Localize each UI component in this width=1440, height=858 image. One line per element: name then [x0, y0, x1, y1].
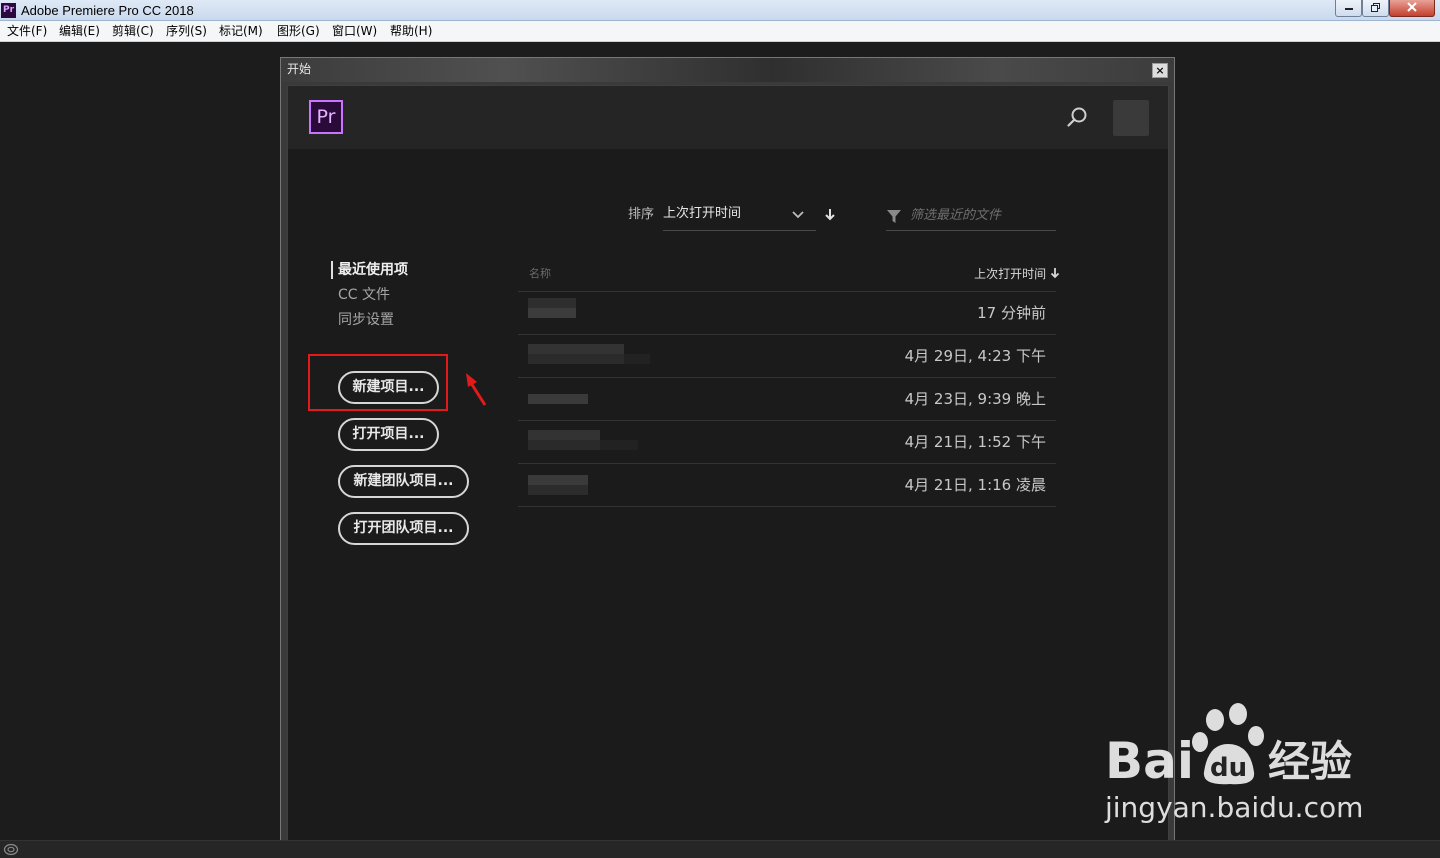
- watermark-brand-tail: du: [1210, 753, 1247, 783]
- dialog-title: 开始: [287, 62, 312, 76]
- menu-bar: 文件(F) 编辑(E) 剪辑(C) 序列(S) 标记(M) 图形(G) 窗口(W…: [0, 21, 1440, 42]
- watermark-brand: Bai: [1105, 732, 1194, 790]
- sort-label: 排序: [628, 207, 655, 222]
- sort-dropdown[interactable]: 上次打开时间: [663, 201, 816, 231]
- menu-file[interactable]: 文件(F): [7, 24, 47, 39]
- table-row[interactable]: 4月 29日, 4:23 下午: [518, 335, 1056, 378]
- table-row[interactable]: 17 分钟前: [518, 292, 1056, 335]
- last-opened-time: 4月 21日, 1:16 凌晨: [904, 476, 1046, 494]
- nav-sync-settings[interactable]: 同步设置: [338, 311, 394, 329]
- watermark-url: jingyan.baidu.com: [1104, 791, 1363, 824]
- premiere-app-icon: Pr: [1, 3, 16, 18]
- menu-clip[interactable]: 剪辑(C): [112, 24, 154, 39]
- last-opened-time: 17 分钟前: [977, 304, 1046, 322]
- menu-help[interactable]: 帮助(H): [390, 24, 432, 39]
- window-titlebar: Pr Adobe Premiere Pro CC 2018: [0, 0, 1440, 21]
- baidu-jingyan-watermark: Bai du 经验 jingyan.baidu.com: [1104, 703, 1363, 824]
- premiere-logo: Pr: [309, 100, 343, 134]
- user-avatar[interactable]: [1113, 100, 1149, 136]
- table-row[interactable]: 4月 23日, 9:39 晚上: [518, 378, 1056, 421]
- menu-sequence[interactable]: 序列(S): [166, 24, 207, 39]
- close-icon: [1407, 2, 1417, 12]
- last-opened-time: 4月 21日, 1:52 下午: [904, 433, 1046, 451]
- menu-edit[interactable]: 编辑(E): [59, 24, 100, 39]
- search-icon[interactable]: [1066, 106, 1088, 128]
- open-project-button[interactable]: 打开项目...: [338, 418, 439, 451]
- window-title: Adobe Premiere Pro CC 2018: [21, 3, 194, 18]
- menu-graphics[interactable]: 图形(G): [277, 24, 320, 39]
- start-dialog: 开始 × Pr 排序 上次打开时间 筛选最近的文件 最近使用项 CC 文件 同步…: [280, 57, 1175, 858]
- column-header-name[interactable]: 名称: [529, 267, 551, 281]
- column-header-last-opened-label: 上次打开时间: [974, 267, 1047, 281]
- restore-button[interactable]: [1362, 0, 1389, 17]
- filter-box: [886, 201, 1056, 231]
- close-window-button[interactable]: [1389, 0, 1435, 17]
- table-row[interactable]: 4月 21日, 1:16 凌晨: [518, 464, 1056, 507]
- menu-marker[interactable]: 标记(M): [219, 24, 263, 39]
- annotation-arrow-icon: [466, 373, 487, 406]
- table-row[interactable]: 4月 21日, 1:52 下午: [518, 421, 1056, 464]
- filter-input[interactable]: [910, 205, 1052, 225]
- nav-cc-files[interactable]: CC 文件: [338, 286, 390, 304]
- dialog-titlebar[interactable]: 开始 ×: [281, 58, 1174, 82]
- sort-value: 上次打开时间: [663, 206, 742, 221]
- nav-recent[interactable]: 最近使用项: [331, 261, 408, 279]
- restore-icon: [1370, 3, 1380, 12]
- filter-icon: [887, 210, 901, 223]
- dialog-close-button[interactable]: ×: [1152, 63, 1168, 78]
- last-opened-time: 4月 23日, 9:39 晚上: [904, 390, 1046, 408]
- new-project-button[interactable]: 新建项目...: [338, 371, 439, 404]
- arrow-down-icon: [1050, 268, 1060, 279]
- chevron-down-icon: [792, 211, 804, 219]
- column-header-last-opened[interactable]: 上次打开时间: [974, 267, 1060, 281]
- watermark-chinese: 经验: [1268, 737, 1352, 786]
- new-team-project-button[interactable]: 新建团队项目...: [338, 465, 469, 498]
- sync-status-icon[interactable]: [3, 843, 19, 856]
- menu-window[interactable]: 窗口(W): [332, 24, 377, 39]
- open-team-project-button[interactable]: 打开团队项目...: [338, 512, 469, 545]
- last-opened-time: 4月 29日, 4:23 下午: [904, 347, 1046, 365]
- start-header: Pr: [288, 86, 1168, 149]
- arrow-down-icon[interactable]: [824, 208, 836, 222]
- minimize-button[interactable]: [1335, 0, 1362, 17]
- minimize-icon: [1344, 8, 1353, 10]
- status-bar: [0, 840, 1440, 858]
- start-panel: Pr 排序 上次打开时间 最近使用项 CC 文件: [287, 85, 1169, 858]
